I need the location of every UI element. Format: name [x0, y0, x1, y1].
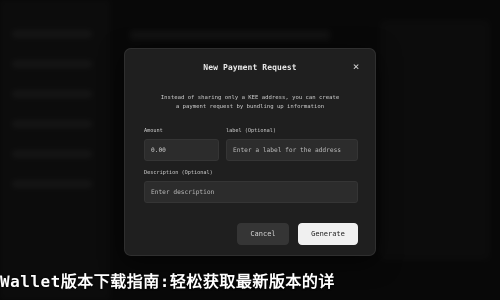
description-line-2: a payment request by bundling up informa…: [175, 104, 325, 110]
amount-input[interactable]: [144, 139, 219, 161]
description-input[interactable]: [144, 181, 358, 203]
label-input[interactable]: [226, 139, 358, 161]
label-field-label: label (Optional): [226, 128, 276, 134]
description-field-label: Description (Optional): [144, 170, 213, 176]
amount-label: Amount: [144, 128, 163, 134]
app-screen: New Payment Request × Instead of sharing…: [0, 0, 500, 300]
description-line-1: Instead of sharing only a KEE address, y…: [160, 95, 340, 101]
close-icon[interactable]: ×: [349, 60, 363, 74]
cancel-button[interactable]: Cancel: [237, 223, 289, 245]
generate-button[interactable]: Generate: [298, 223, 358, 245]
dialog-description: Instead of sharing only a KEE address, y…: [143, 94, 357, 112]
payment-request-dialog: New Payment Request × Instead of sharing…: [124, 48, 376, 256]
headline-banner: Wallet版本下载指南:轻松获取最新版本的详: [0, 272, 335, 291]
dialog-title: New Payment Request: [203, 63, 297, 72]
